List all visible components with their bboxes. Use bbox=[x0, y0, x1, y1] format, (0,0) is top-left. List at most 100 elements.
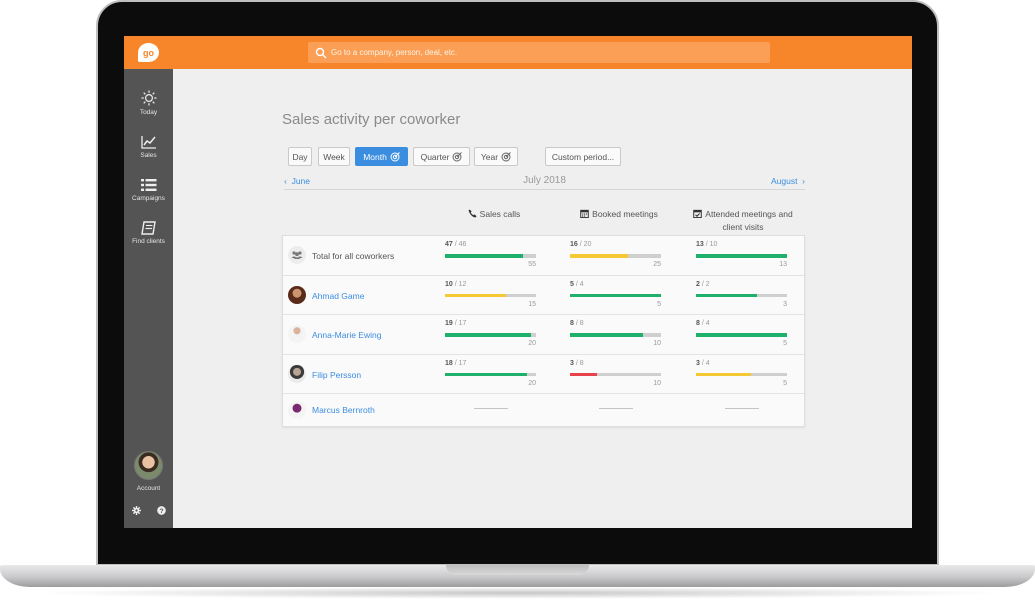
custom-period-label: Custom period... bbox=[551, 151, 615, 162]
calendar-icon bbox=[580, 209, 589, 219]
laptop-notch bbox=[446, 565, 589, 575]
svg-text:?: ? bbox=[159, 508, 163, 515]
progress-bar bbox=[570, 254, 661, 258]
metric-target: 5 bbox=[657, 300, 661, 308]
progress-fill bbox=[445, 293, 506, 297]
gear-icon[interactable] bbox=[132, 506, 141, 515]
metric-done: 5 bbox=[570, 280, 574, 288]
sidebar-item-label: Find clients bbox=[132, 238, 165, 245]
period-week-button[interactable]: Week bbox=[318, 147, 350, 166]
empty-metric-dash bbox=[599, 408, 633, 409]
period-quarter-button[interactable]: Quarter bbox=[413, 147, 470, 166]
sun-icon bbox=[141, 90, 156, 106]
metric-target: 25 bbox=[653, 261, 661, 268]
period-day-button[interactable]: Day bbox=[288, 147, 312, 166]
metric-prev: / 12 bbox=[454, 280, 467, 288]
metric-target: 5 bbox=[783, 379, 787, 387]
avatar[interactable] bbox=[288, 364, 306, 383]
period-year-button[interactable]: Year bbox=[474, 147, 518, 166]
progress-bar bbox=[570, 293, 661, 297]
sidebar-item-label: Campaigns bbox=[132, 195, 165, 202]
progress-bar bbox=[696, 333, 787, 337]
progress-bar bbox=[570, 372, 661, 376]
metric-prev: / 8 bbox=[575, 320, 584, 327]
page-title: Sales activity per coworker bbox=[282, 111, 461, 128]
progress-fill bbox=[445, 372, 527, 376]
metric-booked-meetings: 5 / 4 5 bbox=[570, 281, 662, 311]
coworker-name-link[interactable]: Marcus Bernroth bbox=[312, 405, 375, 415]
metric-target: 3 bbox=[783, 300, 787, 308]
period-month-button[interactable]: Month bbox=[355, 147, 408, 166]
progress-bar bbox=[696, 254, 787, 258]
progress-fill bbox=[570, 254, 629, 258]
search-input[interactable] bbox=[331, 48, 761, 57]
progress-bar bbox=[445, 293, 536, 297]
progress-bar bbox=[570, 333, 661, 337]
group-icon bbox=[288, 246, 306, 264]
metric-done: 16 bbox=[570, 241, 578, 248]
metric-done: 8 bbox=[570, 320, 574, 327]
account-button[interactable]: Account bbox=[124, 451, 173, 492]
progress-bar bbox=[445, 254, 536, 258]
coworker-name-link[interactable]: Filip Persson bbox=[312, 370, 361, 380]
metric-sales-calls: 47 / 46 55 bbox=[445, 241, 537, 271]
metric-target: 10 bbox=[653, 379, 661, 387]
column-label-line2: client visits bbox=[722, 222, 764, 232]
progress-fill bbox=[696, 293, 757, 297]
empty-metric-dash bbox=[474, 408, 508, 409]
column-header-attended-meetings: Attended meetings and client visits bbox=[679, 208, 807, 234]
metric-target: 10 bbox=[653, 340, 661, 347]
chart-icon bbox=[140, 136, 156, 149]
account-label: Account bbox=[136, 485, 161, 492]
month-navigation: ‹ June July 2018 August › bbox=[284, 175, 805, 190]
sidebar-item-campaigns[interactable]: Campaigns bbox=[124, 178, 173, 202]
metric-target: 55 bbox=[528, 261, 536, 268]
sidebar-footer: ? bbox=[132, 506, 166, 515]
metric-target: 13 bbox=[779, 261, 787, 268]
period-day-label: Day bbox=[292, 151, 308, 162]
target-icon bbox=[390, 151, 400, 161]
search-bar[interactable] bbox=[308, 42, 770, 63]
metric-done: 8 bbox=[696, 320, 700, 327]
metric-done: 18 bbox=[445, 359, 453, 367]
next-month-link[interactable]: August › bbox=[771, 176, 805, 186]
progress-bar bbox=[696, 372, 787, 376]
avatar bbox=[134, 451, 163, 480]
activity-table: Total for all coworkers 47 / 46 55 16 / … bbox=[282, 235, 805, 427]
metric-prev: / 20 bbox=[579, 241, 592, 248]
sidebar-item-label: Sales bbox=[140, 152, 157, 159]
app-screen: go Today bbox=[124, 36, 912, 528]
sidebar-item-sales[interactable]: Sales bbox=[124, 135, 173, 159]
metric-booked-meetings: 8 / 8 10 bbox=[570, 320, 662, 350]
target-icon bbox=[501, 151, 511, 161]
progress-fill bbox=[445, 254, 523, 258]
table-row: Anna-Marie Ewing 19 / 17 20 8 / 8 10 8 /… bbox=[283, 315, 804, 355]
metric-attended-meetings: 8 / 4 5 bbox=[696, 320, 788, 350]
metric-sales-calls: 18 / 17 20 bbox=[445, 360, 537, 390]
custom-period-button[interactable]: Custom period... bbox=[545, 147, 621, 166]
progress-fill bbox=[570, 293, 661, 297]
empty-metric-dash bbox=[725, 408, 759, 409]
coworker-name-link[interactable]: Ahmad Game bbox=[312, 291, 364, 301]
go-logo[interactable]: go bbox=[138, 43, 159, 62]
sidebar-item-today[interactable]: Today bbox=[124, 90, 173, 116]
sidebar-item-find-clients[interactable]: Find clients bbox=[124, 221, 173, 245]
metric-done: 19 bbox=[445, 320, 453, 327]
metric-prev: / 46 bbox=[454, 241, 467, 248]
search-icon bbox=[315, 47, 327, 58]
avatar[interactable] bbox=[288, 401, 306, 419]
avatar[interactable] bbox=[288, 325, 306, 343]
table-row: Filip Persson 18 / 17 20 3 / 8 10 3 / 4 … bbox=[283, 355, 804, 394]
metric-prev: / 17 bbox=[454, 320, 467, 327]
metric-done: 2 bbox=[696, 280, 700, 288]
period-month-label: Month bbox=[363, 151, 387, 162]
next-month-label: August bbox=[770, 176, 798, 186]
sidebar: Today Sales Campaigns Find clients Accou… bbox=[124, 69, 173, 528]
avatar[interactable] bbox=[288, 285, 306, 304]
coworker-name-link[interactable]: Anna-Marie Ewing bbox=[312, 330, 381, 340]
metric-target: 20 bbox=[528, 340, 536, 347]
metric-booked-meetings: 3 / 8 10 bbox=[570, 360, 662, 390]
column-label: Attended meetings and bbox=[705, 209, 793, 219]
column-header-sales-calls: Sales calls bbox=[444, 208, 544, 221]
help-icon[interactable]: ? bbox=[157, 506, 166, 515]
